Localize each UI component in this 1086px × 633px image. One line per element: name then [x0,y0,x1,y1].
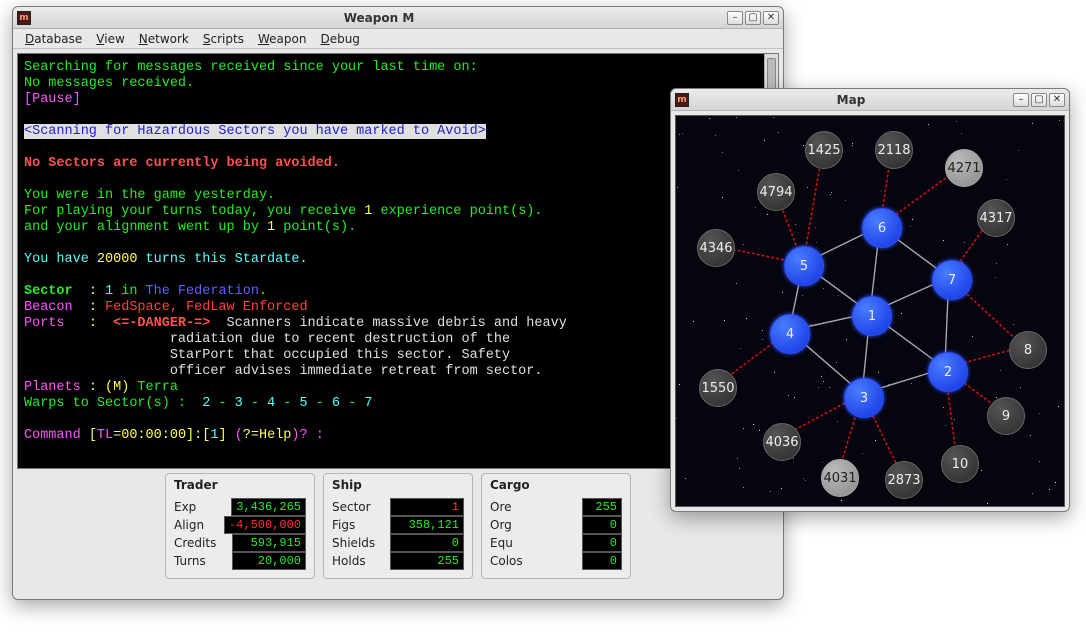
close-button[interactable]: ✕ [763,11,779,25]
stat-value: 255 [390,552,464,570]
app-icon: m [17,11,31,25]
map-node-9[interactable]: 9 [987,397,1025,435]
stat-label: Ore [490,500,512,514]
stat-row: Align -4,500,000 [174,516,306,534]
trader-panel: Trader Exp3,436,265Align-4,500,000Credit… [165,473,315,579]
stat-value: 3,436,265 [231,498,306,516]
close-button[interactable]: ✕ [1049,93,1065,107]
app-icon: m [675,93,689,107]
trader-panel-title: Trader [174,478,306,492]
map-node-1425[interactable]: 1425 [805,131,843,169]
stat-value: -4,500,000 [224,516,306,534]
map-node-4036[interactable]: 4036 [763,423,801,461]
stat-value: 0 [390,534,464,552]
map-node-4[interactable]: 4 [770,314,810,354]
warp-sector: 3 [235,396,243,411]
stat-label: Credits [174,536,216,550]
stat-row: Exp 3,436,265 [174,498,306,516]
stat-value: 20,000 [232,552,306,570]
warp-sector: 5 [300,396,308,411]
map-node-1[interactable]: 1 [852,296,892,336]
stat-label: Shields [332,536,375,550]
stat-row: Credits 593,915 [174,534,306,552]
map-node-4271[interactable]: 4271 [945,149,983,187]
ship-panel-title: Ship [332,478,464,492]
stat-value: 0 [582,516,622,534]
stat-row: Shields 0 [332,534,464,552]
menu-view[interactable]: View [90,30,130,48]
menu-weapon[interactable]: Weapon [252,30,312,48]
stat-row: Sector 1 [332,498,464,516]
stat-label: Sector [332,500,371,514]
stat-value: 0 [582,534,622,552]
menu-database[interactable]: Database [19,30,88,48]
map-node-5[interactable]: 5 [784,246,824,286]
stat-value: 1 [390,498,464,516]
ship-panel: Ship Sector 1 Figs 358,121 Shields 0 Holds 255 [323,473,473,579]
map-node-3[interactable]: 3 [844,378,884,418]
stat-row: Turns 20,000 [174,552,306,570]
maximize-button[interactable]: ▢ [745,11,761,25]
menu-network[interactable]: Network [133,30,195,48]
main-window-title: Weapon M [35,11,723,25]
stat-value: 593,915 [232,534,306,552]
map-node-2[interactable]: 2 [928,352,968,392]
map-node-2118[interactable]: 2118 [875,131,913,169]
map-node-2873[interactable]: 2873 [885,461,923,499]
stat-row: Org 0 [490,516,622,534]
cargo-panel-title: Cargo [490,478,622,492]
menu-scripts[interactable]: Scripts [197,30,250,48]
warp-sector: 6 [332,396,340,411]
menu-debug[interactable]: Debug [314,30,365,48]
map-window-title: Map [693,93,1009,107]
map-node-1550[interactable]: 1550 [699,369,737,407]
map-node-4317[interactable]: 4317 [977,199,1015,237]
maximize-button[interactable]: ▢ [1031,93,1047,107]
map-window: m Map – ▢ ✕ 12 34 567 1425 2118 4271 4794 4317 4… [670,88,1070,512]
stat-label: Figs [332,518,355,532]
main-titlebar[interactable]: m Weapon M – ▢ ✕ [13,7,783,29]
terminal-container: Searching for messages received since yo… [17,53,779,469]
stat-label: Holds [332,554,366,568]
map-node-6[interactable]: 6 [862,208,902,248]
map-node-7[interactable]: 7 [932,260,972,300]
map-node-4031[interactable]: 4031 [821,459,859,497]
map-canvas[interactable]: 12 34 567 1425 2118 4271 4794 4317 4346 8 1550 9 403… [675,115,1065,507]
map-node-10[interactable]: 10 [941,445,979,483]
main-window: m Weapon M – ▢ ✕ Database View Network S… [12,6,784,600]
menubar: Database View Network Scripts Weapon Deb… [13,29,783,49]
stat-label: Org [490,518,512,532]
map-node-4794[interactable]: 4794 [757,173,795,211]
stat-row: Figs 358,121 [332,516,464,534]
cargo-panel: Cargo Ore 255 Org 0 Equ 0 Colos 0 [481,473,631,579]
stat-row: Ore 255 [490,498,622,516]
terminal[interactable]: Searching for messages received since yo… [18,54,764,468]
minimize-button[interactable]: – [727,11,743,25]
stat-label: Equ [490,536,513,550]
stat-row: Colos 0 [490,552,622,570]
stat-label: Colos [490,554,523,568]
warp-sector: 7 [364,396,372,411]
stat-row: Equ 0 [490,534,622,552]
stat-value: 255 [582,498,622,516]
status-row: Trader Exp3,436,265Align-4,500,000Credit… [13,473,783,587]
stat-label: Turns [174,554,206,568]
stat-label: Align [174,518,204,532]
stat-value: 358,121 [390,516,464,534]
stat-row: Holds 255 [332,552,464,570]
warp-sector: 4 [267,396,275,411]
map-titlebar[interactable]: m Map – ▢ ✕ [671,89,1069,111]
stat-value: 0 [582,552,622,570]
stat-label: Exp [174,500,196,514]
minimize-button[interactable]: – [1013,93,1029,107]
map-node-4346[interactable]: 4346 [697,229,735,267]
map-node-8[interactable]: 8 [1009,331,1047,369]
